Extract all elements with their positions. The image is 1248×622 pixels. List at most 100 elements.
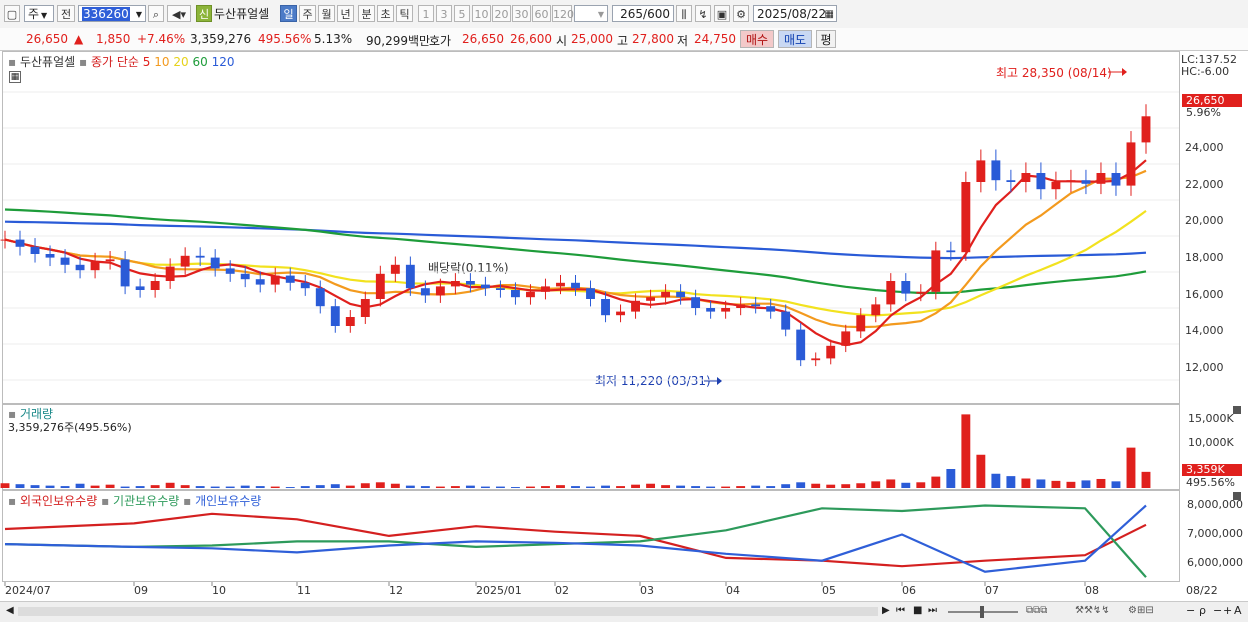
stock-name: 두산퓨얼셀 [214, 7, 270, 21]
up-arrow-icon: ▲ [74, 32, 84, 46]
price-legend: ▪ 두산퓨얼셀 ▪ 종가 단순 5 10 20 60 120 [8, 53, 234, 70]
minus-icon[interactable]: − [1213, 604, 1222, 617]
high-price: 27,800 [632, 32, 674, 46]
holdings-tick: 7,000,000 [1187, 527, 1243, 540]
plus-icon[interactable]: + [1223, 604, 1232, 617]
y-tick: 24,000 [1185, 141, 1224, 154]
chevron-down-icon: ▼ [135, 10, 142, 19]
low-annotation: 최저 11,220 (03/31) [595, 374, 711, 388]
interval-60-button[interactable]: 60 [532, 5, 551, 22]
date-value: 2025/08/22 [757, 7, 827, 21]
stop-icon[interactable]: ■ [913, 605, 922, 616]
interval-20-button[interactable]: 20 [492, 5, 511, 22]
y-tick: 14,000 [1185, 324, 1224, 337]
scroll-track[interactable] [18, 607, 878, 616]
scroll-right-icon[interactable]: ▶ [882, 605, 890, 616]
candle-style-icon[interactable]: ⫼ [676, 5, 692, 22]
avg-button[interactable]: 평 [816, 30, 836, 48]
x-tick: 09 [134, 584, 148, 597]
interval-30-button[interactable]: 30 [512, 5, 531, 22]
ma-legend-5: 5 [142, 55, 151, 69]
grid-toggle-icon[interactable]: ▦ [9, 71, 21, 83]
tools-icon[interactable]: ⚒⚒↯↯ [1075, 605, 1110, 616]
sound-icon[interactable]: ◀▾ [167, 5, 191, 22]
last-price: 26,650 [26, 32, 68, 46]
period-month-button[interactable]: 월 [318, 5, 335, 22]
interval-select[interactable]: ▼ [574, 5, 608, 22]
price-change-pct: +7.46% [137, 32, 186, 46]
turnover-rate: 5.13% [314, 32, 353, 46]
high-annotation: 최고 28,350 (08/14) [996, 66, 1112, 80]
last-price-pct: 5.96% [1186, 106, 1221, 119]
dividend-annotation: 배당락(0.11%) [428, 261, 509, 275]
legend-marker-icon: ▪ [183, 494, 192, 508]
quote-bar: 26,650 ▲ 1,850 +7.46% 3,359,276 495.56% … [0, 28, 1248, 51]
holdings-tick: 6,000,000 [1187, 556, 1243, 569]
period-second-button[interactable]: 초 [377, 5, 394, 22]
legend-marker-icon: ▪ [79, 55, 88, 69]
period-select[interactable]: 주 ▼ [24, 5, 54, 22]
period-minute-button[interactable]: 분 [358, 5, 375, 22]
period-tick-button[interactable]: 틱 [396, 5, 413, 22]
window-menu-icon[interactable]: ▢ [4, 5, 20, 22]
chart-type-icon[interactable]: ↯ [695, 5, 711, 22]
volume-value: 3,359,276 [190, 32, 252, 46]
open-label: 시 [556, 34, 568, 48]
interval-10-button[interactable]: 10 [472, 5, 491, 22]
count-total: /600 [643, 7, 670, 21]
ma-legend-10: 10 [154, 55, 170, 69]
panel-close-icon[interactable] [1233, 492, 1241, 500]
x-tick: 12 [389, 584, 403, 597]
x-tick: 07 [985, 584, 999, 597]
stock-code-value: 336260 [82, 7, 130, 21]
pan-icon[interactable]: ρ [1199, 604, 1206, 617]
trade-amount: 90,299백만 [366, 34, 431, 48]
y-tick: 18,000 [1185, 251, 1224, 264]
period-select-label: 주 [28, 7, 40, 21]
prev-button[interactable]: 전 [57, 5, 75, 22]
sell-button[interactable]: 매도 [778, 30, 812, 48]
interval-1-button[interactable]: 1 [418, 5, 434, 22]
settings-icon[interactable]: ⚙⊞⊟ [1128, 605, 1154, 616]
x-tick: 03 [640, 584, 654, 597]
toolbar: ▢ 주 ▼ 전 336260 ▼ ⌕ ◀▾ 신 두산퓨얼셀 일 주 월 년 분 초 … [0, 0, 1248, 29]
hoga-label: 호가 [429, 34, 452, 48]
y-tick: 22,000 [1185, 178, 1224, 191]
save-icon[interactable]: ▣ [714, 5, 730, 22]
zoom-out-icon[interactable]: − [1186, 604, 1195, 617]
ma-legend-label: 종가 단순 [90, 55, 139, 69]
forward-icon[interactable]: ⏭ [928, 605, 937, 616]
volume-last-pct: 495.56% [1186, 476, 1235, 489]
search-icon[interactable]: ⌕ [148, 5, 164, 22]
open-price: 25,000 [571, 32, 613, 46]
volume-panel [2, 404, 1180, 490]
y-tick: 12,000 [1185, 361, 1224, 374]
font-size-icon[interactable]: A [1234, 604, 1242, 617]
panel-close-icon[interactable] [1233, 406, 1241, 414]
period-year-button[interactable]: 년 [337, 5, 354, 22]
date-input[interactable]: 2025/08/22 ▦ [753, 5, 837, 22]
legend-marker-icon: ▪ [101, 494, 110, 508]
interval-120-button[interactable]: 120 [552, 5, 574, 22]
interval-5-button[interactable]: 5 [454, 5, 470, 22]
bid-price: 26,600 [510, 32, 552, 46]
x-tick: 10 [212, 584, 226, 597]
y-tick: 20,000 [1185, 214, 1224, 227]
x-tick: 2024/07 [5, 584, 51, 597]
stock-code-input[interactable]: 336260 ▼ [78, 5, 146, 22]
ma-legend-60: 60 [192, 55, 208, 69]
count-value: 265 [620, 7, 644, 21]
buy-button[interactable]: 매수 [740, 30, 774, 48]
period-week-button[interactable]: 주 [299, 5, 316, 22]
gear-icon[interactable]: ⚙ [733, 5, 749, 22]
chevron-down-icon: ▼ [597, 10, 604, 19]
rewind-icon[interactable]: ⏮ [896, 605, 905, 616]
period-day-button[interactable]: 일 [280, 5, 297, 22]
holdings-foreign-label: 외국인보유수량 [19, 494, 98, 508]
zoom-slider-handle[interactable] [980, 606, 984, 618]
scroll-left-icon[interactable]: ◀ [6, 605, 14, 616]
count-input[interactable]: 265/600 [612, 5, 674, 22]
interval-3-button[interactable]: 3 [436, 5, 452, 22]
price-panel [2, 51, 1180, 404]
layout-icon[interactable]: ⧉⧉⧉ [1026, 605, 1047, 616]
